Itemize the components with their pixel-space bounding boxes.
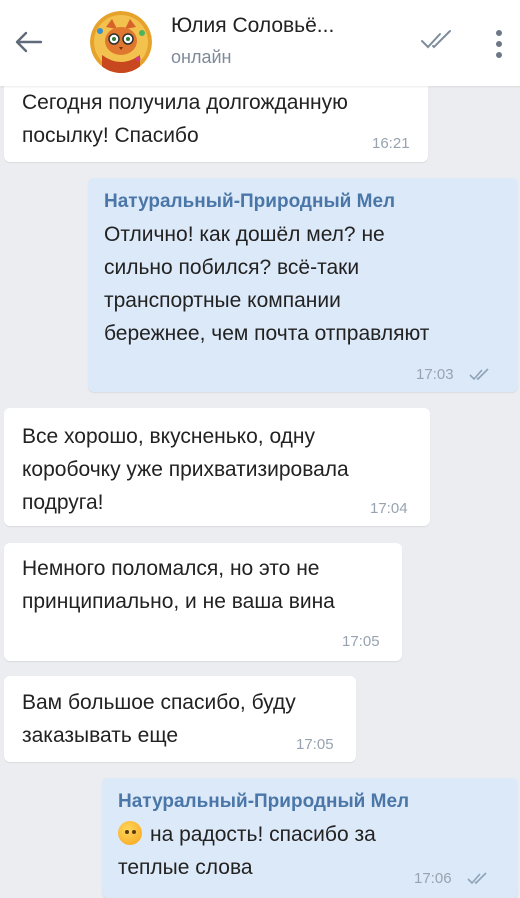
avatar[interactable] xyxy=(90,11,152,73)
sender-name[interactable]: Натуральный-Природный Мел xyxy=(104,191,395,213)
message-bubble[interactable]: Натуральный-Природный Мел на радость! сп… xyxy=(102,778,518,898)
avatar-image-icon xyxy=(90,11,152,73)
message-time: 16:21 xyxy=(372,135,410,152)
message-time: 17:05 xyxy=(342,633,380,650)
message-text: Вам большое спасибо, буду заказывать еще xyxy=(22,691,296,747)
message-time: 17:06 xyxy=(414,870,452,887)
back-arrow-icon xyxy=(15,31,43,53)
message-text: Сегодня получила долгожданную посылку! С… xyxy=(22,91,348,147)
chat-area[interactable]: Сегодня получила долгожданную посылку! С… xyxy=(0,0,520,898)
read-ticks-icon xyxy=(467,872,487,885)
back-button[interactable] xyxy=(8,22,48,62)
message-bubble[interactable]: Все хорошо, вкусненько, одну коробочку у… xyxy=(4,408,430,526)
upside-down-face-emoji xyxy=(118,821,142,845)
contact-status: онлайн xyxy=(171,47,232,67)
message-text: Немного поломался, но это не принципиаль… xyxy=(22,557,335,613)
message-bubble[interactable]: Немного поломался, но это не принципиаль… xyxy=(4,543,402,661)
message-text: Все хорошо, вкусненько, одну коробочку у… xyxy=(22,425,349,514)
read-ticks-icon xyxy=(469,368,489,381)
message-text: на радость! спасибо за теплые слова xyxy=(118,818,438,884)
message-text: Отлично! как дошёл мел? не сильно побилс… xyxy=(104,223,430,345)
contact-name[interactable]: Юлия Соловьё... xyxy=(171,14,371,38)
message-bubble[interactable]: Вам большое спасибо, буду заказывать еще… xyxy=(4,676,356,762)
message-time: 17:05 xyxy=(296,736,334,753)
mark-read-icon[interactable] xyxy=(420,28,456,52)
message-text-content: на радость! спасибо за теплые слова xyxy=(118,823,376,879)
more-options-icon[interactable] xyxy=(486,24,512,64)
top-bar: Юлия Соловьё... онлайн xyxy=(0,0,520,86)
message-bubble[interactable]: Натуральный-Природный Мел Отлично! как д… xyxy=(88,178,518,392)
sender-name[interactable]: Натуральный-Природный Мел xyxy=(118,791,409,813)
message-time: 17:04 xyxy=(370,500,408,517)
message-time: 17:03 xyxy=(416,366,454,383)
